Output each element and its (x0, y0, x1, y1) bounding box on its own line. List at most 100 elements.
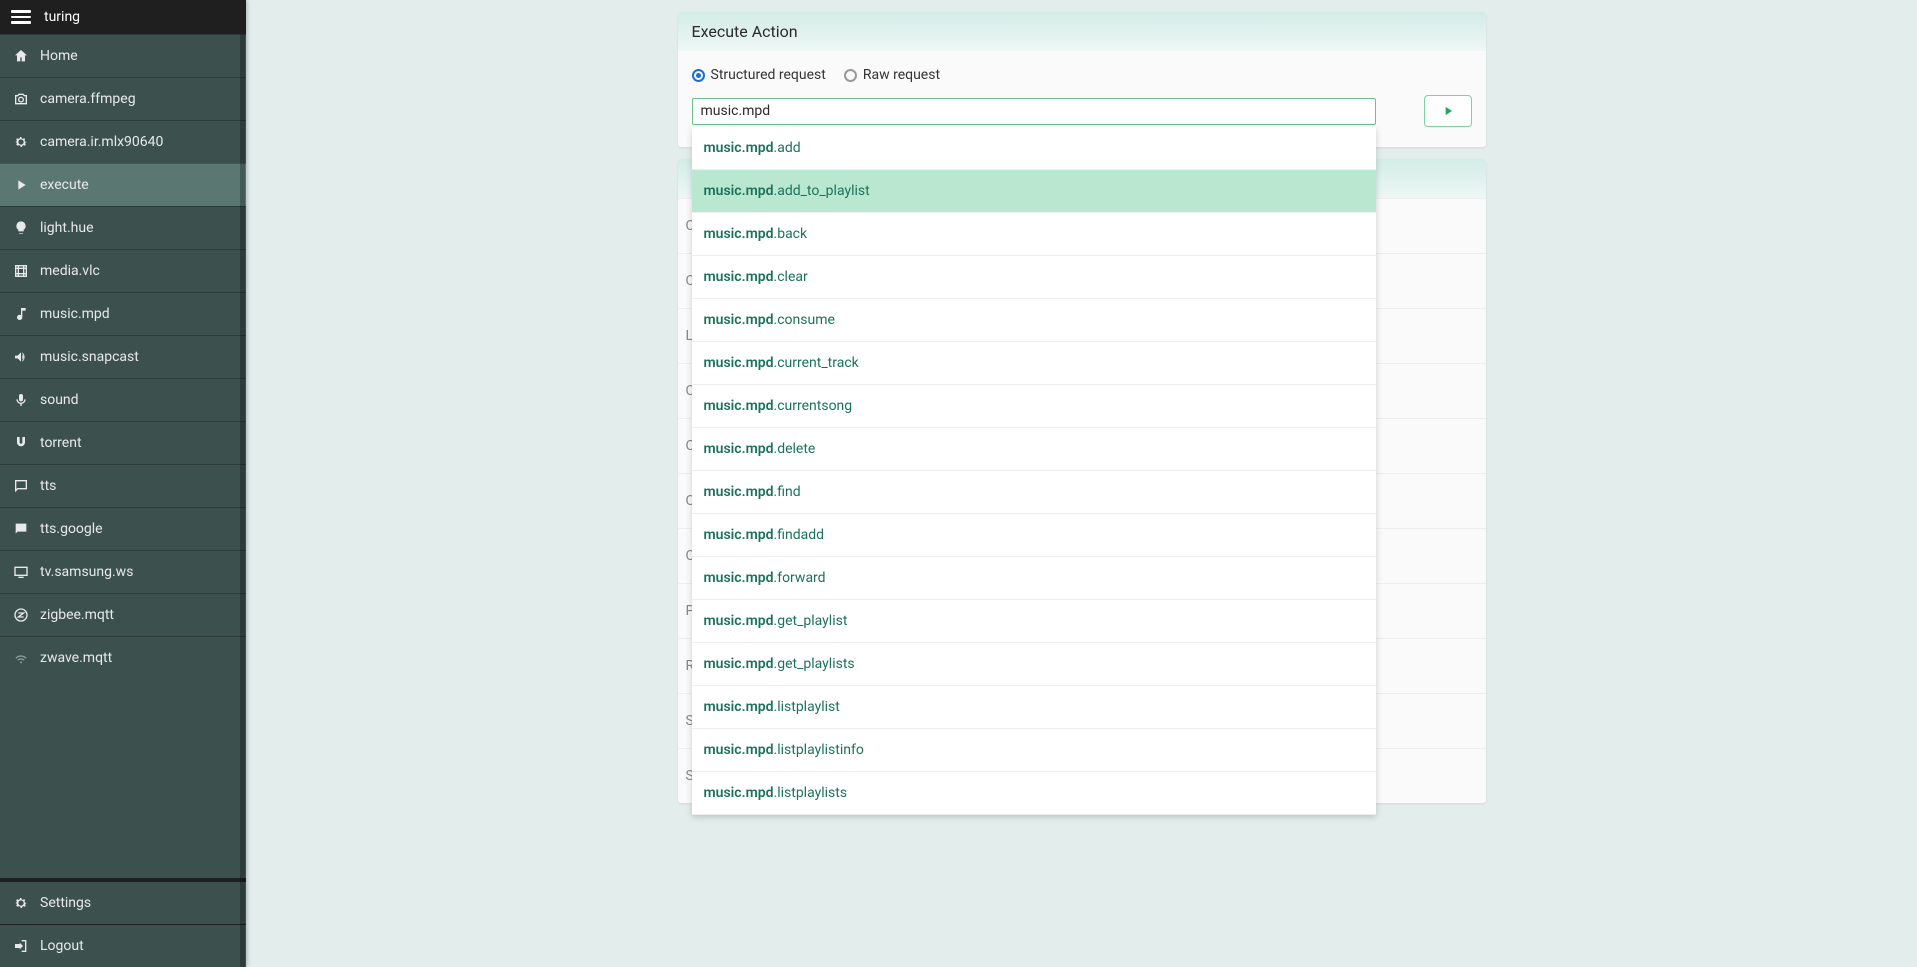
sidebar-item-settings[interactable]: Settings (0, 881, 246, 924)
run-button[interactable] (1424, 95, 1472, 127)
autocomplete-item[interactable]: music.mpd.back (692, 213, 1376, 256)
autocomplete-suffix: .find (774, 484, 801, 500)
sidebar-item-music-snapcast[interactable]: music.snapcast (0, 335, 246, 378)
magnet-icon (12, 435, 30, 451)
sidebar-item-label: tv.samsung.ws (40, 564, 133, 580)
action-input[interactable] (692, 98, 1376, 125)
sidebar-item-camera-ffmpeg[interactable]: camera.ffmpeg (0, 77, 246, 120)
autocomplete-item[interactable]: music.mpd.find (692, 471, 1376, 514)
autocomplete-suffix: .currentsong (774, 398, 853, 414)
autocomplete-suffix: .delete (774, 441, 816, 457)
autocomplete-suffix: .current_track (774, 355, 859, 371)
autocomplete-item[interactable]: music.mpd.consume (692, 299, 1376, 342)
autocomplete-suffix: .consume (774, 312, 835, 328)
sidebar-item-tv-samsung-ws[interactable]: tv.samsung.ws (0, 550, 246, 593)
sidebar-item-label: media.vlc (40, 263, 100, 279)
sidebar-item-label: Home (40, 48, 78, 64)
sidebar-item-label: camera.ffmpeg (40, 91, 136, 107)
sidebar-item-label: execute (40, 177, 89, 193)
autocomplete-prefix: music.mpd (704, 355, 774, 371)
chatf-icon (12, 521, 30, 537)
gear-icon (12, 134, 30, 150)
radio-structured-request[interactable]: Structured request (692, 67, 826, 83)
sidebar-item-execute[interactable]: execute (0, 163, 246, 206)
sidebar-item-label: sound (40, 392, 79, 408)
sidebar-item-camera-ir-mlx90640[interactable]: camera.ir.mlx90640 (0, 120, 246, 163)
sidebar-item-label: music.snapcast (40, 349, 139, 365)
autocomplete-suffix: .listplaylists (774, 785, 848, 801)
autocomplete-prefix: music.mpd (704, 269, 774, 285)
autocomplete-suffix: .add (774, 140, 801, 156)
sidebar-item-tts[interactable]: tts (0, 464, 246, 507)
autocomplete-item[interactable]: music.mpd.listplaylistinfo (692, 729, 1376, 772)
mic-icon (12, 392, 30, 408)
sidebar-item-media-vlc[interactable]: media.vlc (0, 249, 246, 292)
music-icon (12, 306, 30, 322)
autocomplete-suffix: .findadd (774, 527, 824, 543)
autocomplete-prefix: music.mpd (704, 527, 774, 543)
autocomplete-suffix: .listplaylist (774, 699, 840, 715)
radio-structured-label: Structured request (711, 67, 826, 83)
radio-dot-icon (844, 69, 857, 82)
autocomplete-item[interactable]: music.mpd.current_track (692, 342, 1376, 385)
autocomplete-item[interactable]: music.mpd.forward (692, 557, 1376, 600)
autocomplete-prefix: music.mpd (704, 441, 774, 457)
sidebar-item-Home[interactable]: Home (0, 34, 246, 77)
autocomplete-item[interactable]: music.mpd.get_playlists (692, 643, 1376, 686)
autocomplete-suffix: .listplaylistinfo (774, 742, 864, 758)
camera-icon (12, 91, 30, 107)
volume-icon (12, 349, 30, 365)
sidebar-item-zigbee-mqtt[interactable]: zigbee.mqtt (0, 593, 246, 636)
autocomplete-item[interactable]: music.mpd.clear (692, 256, 1376, 299)
sidebar-title: turing (44, 9, 80, 25)
sidebar: turing Home camera.ffmpeg camera.ir.mlx906… (0, 0, 246, 967)
menu-icon[interactable] (10, 6, 32, 28)
sidebar-item-label: tts (40, 478, 56, 494)
autocomplete-item[interactable]: music.mpd.get_playlist (692, 600, 1376, 643)
wifi-icon (12, 650, 30, 666)
sidebar-item-label: torrent (40, 435, 82, 451)
autocomplete-suffix: .forward (774, 570, 826, 586)
autocomplete-prefix: music.mpd (704, 484, 774, 500)
sidebar-item-label: light.hue (40, 220, 94, 236)
sidebar-item-logout[interactable]: Logout (0, 924, 246, 967)
sidebar-item-label: camera.ir.mlx90640 (40, 134, 163, 150)
sidebar-item-light-hue[interactable]: light.hue (0, 206, 246, 249)
autocomplete-item[interactable]: music.mpd.currentsong (692, 385, 1376, 428)
autocomplete-prefix: music.mpd (704, 699, 774, 715)
radio-raw-request[interactable]: Raw request (844, 67, 940, 83)
main: Execute Action Structured request Raw re… (246, 0, 1917, 967)
autocomplete-prefix: music.mpd (704, 570, 774, 586)
panel-title: Execute Action (678, 12, 1486, 51)
sidebar-list: Home camera.ffmpeg camera.ir.mlx90640 execu… (0, 34, 246, 878)
radio-raw-label: Raw request (863, 67, 940, 83)
sidebar-item-label: Logout (40, 938, 84, 954)
film-icon (12, 263, 30, 279)
play-icon (1441, 104, 1455, 118)
tv-icon (12, 564, 30, 580)
autocomplete-item[interactable]: music.mpd.listplaylists (692, 772, 1376, 815)
autocomplete-suffix: .add_to_playlist (774, 183, 870, 199)
autocomplete-item[interactable]: music.mpd.add (692, 127, 1376, 170)
sidebar-item-tts-google[interactable]: tts.google (0, 507, 246, 550)
sidebar-item-torrent[interactable]: torrent (0, 421, 246, 464)
autocomplete-suffix: .get_playlist (774, 613, 848, 629)
gear-icon (12, 895, 30, 911)
sidebar-item-music-mpd[interactable]: music.mpd (0, 292, 246, 335)
autocomplete-item[interactable]: music.mpd.listplaylist (692, 686, 1376, 729)
logout-icon (12, 938, 30, 954)
sidebar-header: turing (0, 0, 246, 34)
autocomplete-suffix: .clear (774, 269, 808, 285)
autocomplete-item[interactable]: music.mpd.findadd (692, 514, 1376, 557)
bulb-icon (12, 220, 30, 236)
autocomplete-prefix: music.mpd (704, 785, 774, 801)
sidebar-item-zwave-mqtt[interactable]: zwave.mqtt (0, 636, 246, 679)
home-icon (12, 48, 30, 64)
autocomplete-item[interactable]: music.mpd.delete (692, 428, 1376, 471)
autocomplete-suffix: .get_playlists (774, 656, 855, 672)
autocomplete-prefix: music.mpd (704, 183, 774, 199)
sidebar-item-sound[interactable]: sound (0, 378, 246, 421)
autocomplete-prefix: music.mpd (704, 312, 774, 328)
request-type-radios: Structured request Raw request (692, 67, 1472, 83)
autocomplete-item[interactable]: music.mpd.add_to_playlist (692, 170, 1376, 213)
